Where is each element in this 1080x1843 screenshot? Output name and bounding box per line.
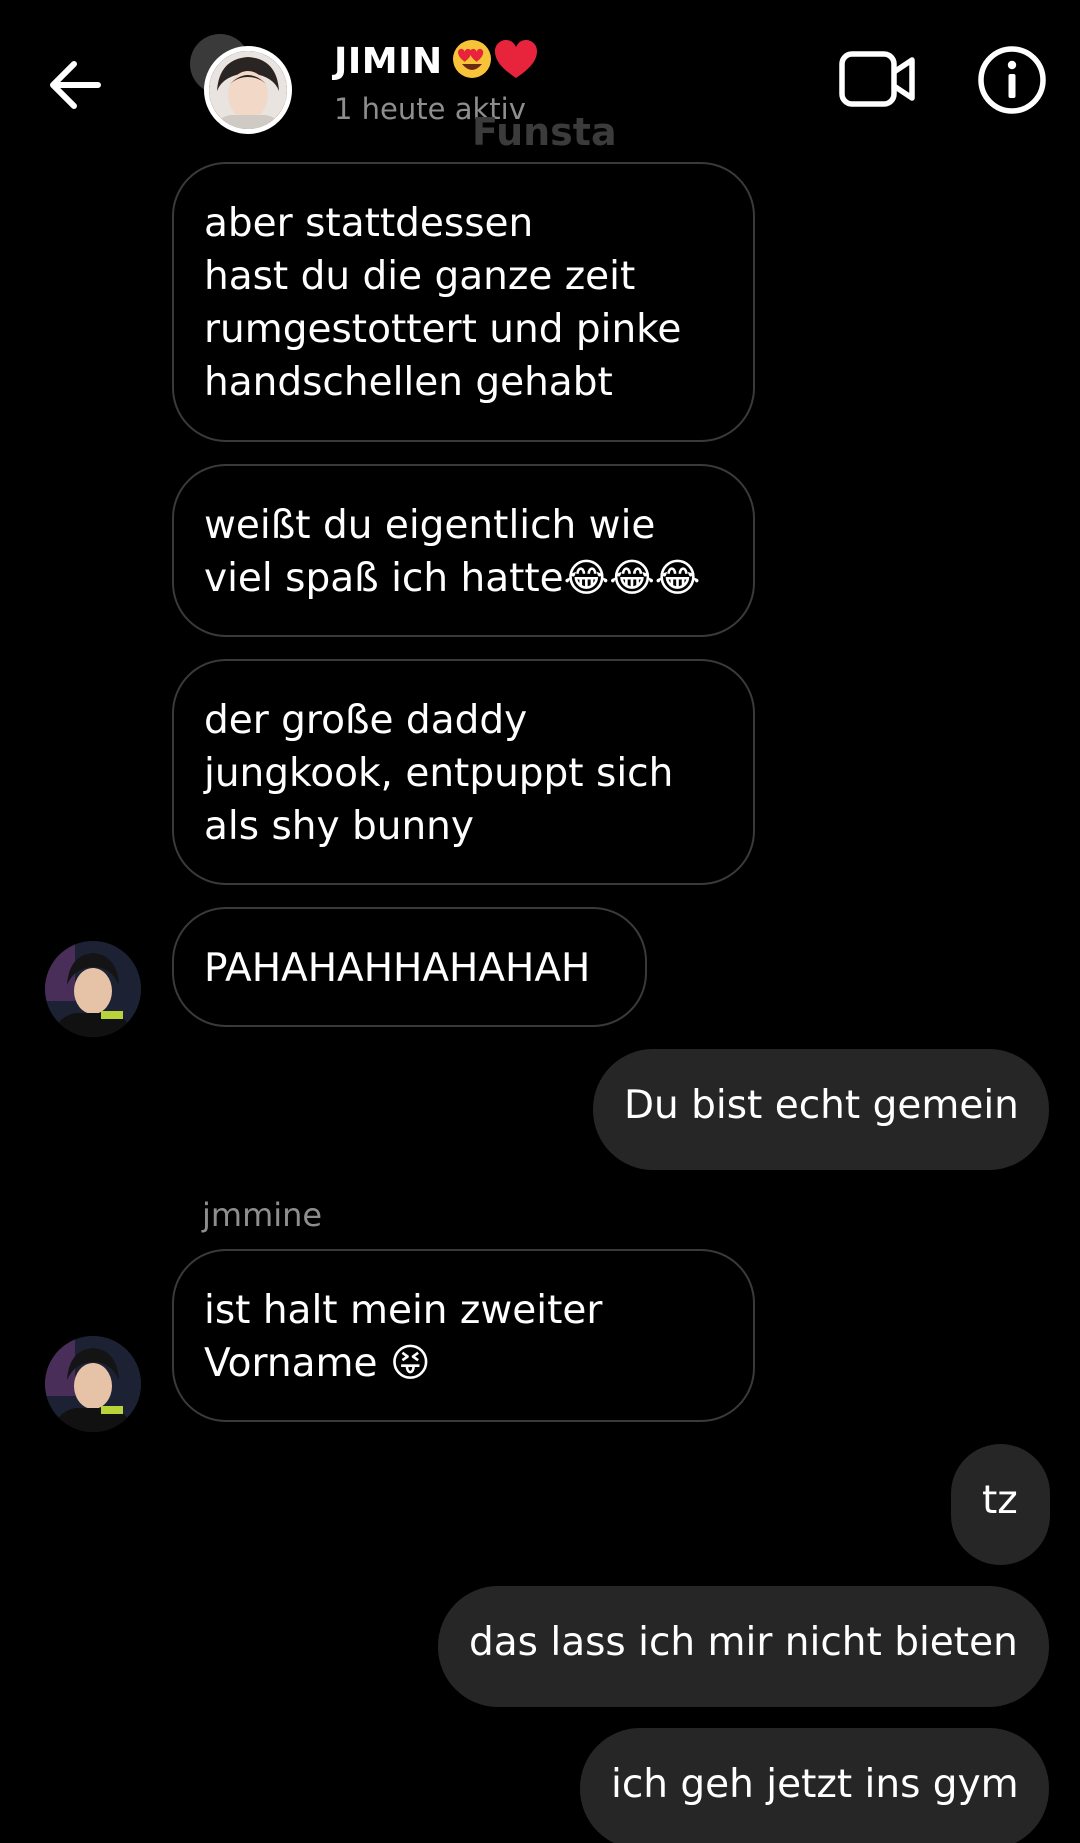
chat-screen: JIMIN 1 heute aktiv Funsta aber stattdes… bbox=[0, 0, 1080, 1843]
info-icon[interactable] bbox=[976, 44, 1048, 116]
message-bubble-received[interactable]: ist halt mein zweiter Vorname 😝 bbox=[172, 1249, 755, 1422]
message-bubble-received[interactable]: aber stattdessen hast du die ganze zeit … bbox=[172, 162, 755, 442]
chat-header: JIMIN 1 heute aktiv Funsta bbox=[0, 0, 1080, 160]
message-bubble-sent[interactable]: das lass ich mir nicht bieten bbox=[438, 1586, 1049, 1707]
watermark-text: Funsta bbox=[472, 110, 617, 154]
message-bubble-received[interactable]: PAHAHAHHAHAHAH bbox=[172, 907, 647, 1027]
contact-name: JIMIN bbox=[334, 40, 443, 82]
message-bubble-sent[interactable]: Du bist echt gemein bbox=[593, 1049, 1049, 1170]
message-bubble-sent[interactable]: ich geh jetzt ins gym bbox=[580, 1728, 1049, 1843]
avatar bbox=[204, 46, 292, 134]
sender-avatar[interactable] bbox=[45, 941, 141, 1037]
sender-username: jmmine bbox=[202, 1196, 323, 1234]
back-arrow-icon[interactable] bbox=[40, 50, 110, 120]
contact-name-row[interactable]: JIMIN bbox=[334, 38, 539, 84]
message-bubble-received[interactable]: weißt du eigentlich wie viel spaß ich ha… bbox=[172, 464, 755, 637]
heart-eyes-emoji-icon bbox=[451, 38, 493, 84]
message-bubble-received[interactable]: der große daddy jungkook, entpuppt sich … bbox=[172, 659, 755, 885]
message-bubble-sent[interactable]: tz bbox=[951, 1444, 1050, 1565]
video-call-icon[interactable] bbox=[838, 48, 918, 110]
contact-avatar[interactable] bbox=[190, 34, 300, 144]
sender-avatar[interactable] bbox=[45, 1336, 141, 1432]
red-heart-emoji-icon bbox=[493, 38, 539, 84]
